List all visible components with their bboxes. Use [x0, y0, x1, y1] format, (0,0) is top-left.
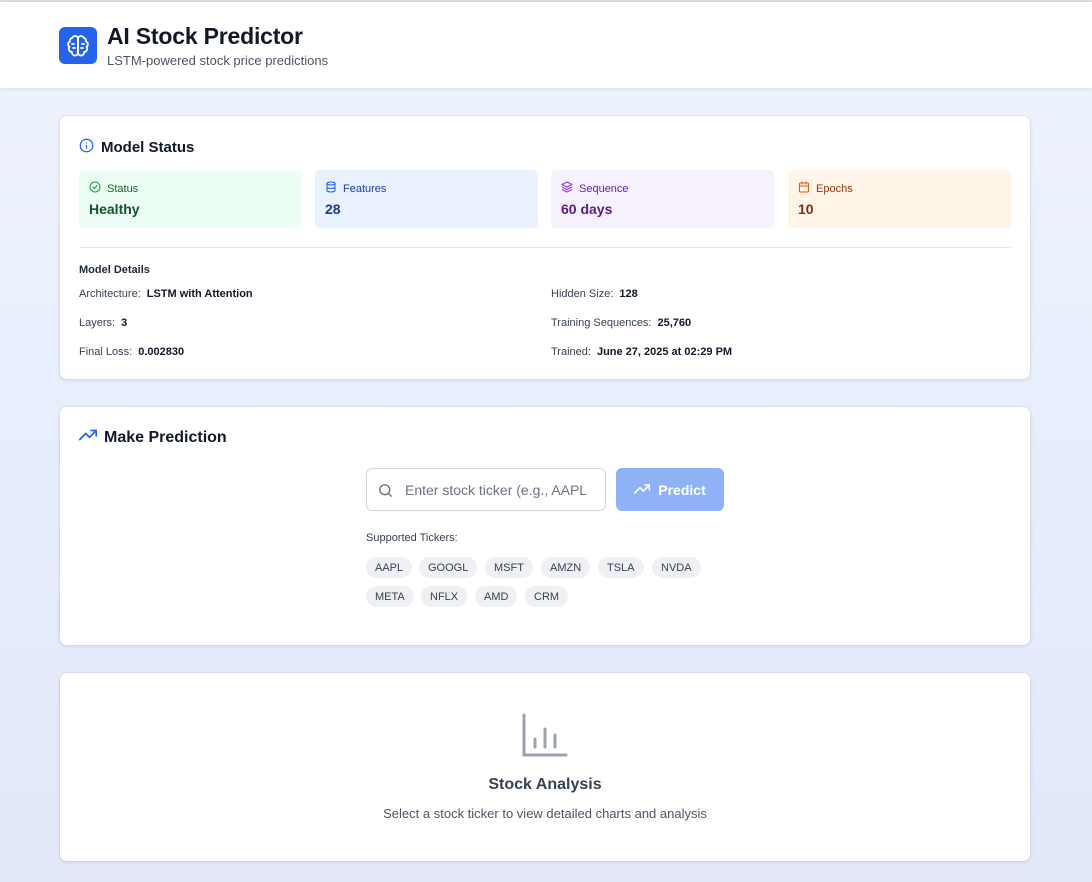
stock-analysis-card: Stock Analysis Select a stock ticker to … — [60, 673, 1030, 861]
ticker-chip-nflx[interactable]: NFLX — [421, 586, 468, 607]
sequence-stat-label: Sequence — [579, 182, 629, 195]
detail-key: Architecture: — [79, 288, 141, 300]
epochs-stat-label-row: Epochs — [798, 181, 853, 196]
model-status-card: Model Status Status Healthy Features 28 … — [60, 116, 1030, 379]
detail-value: June 27, 2025 at 02:29 PM — [596, 346, 733, 358]
detail-hidden-size: Hidden Size: 128 — [551, 288, 638, 300]
predict-button-label: Predict — [658, 481, 706, 498]
status-stat: Status Healthy — [79, 170, 302, 228]
ticker-chip-crm[interactable]: CRM — [525, 586, 569, 607]
features-stat-label-row: Features — [325, 181, 386, 196]
predict-button[interactable]: Predict — [616, 468, 724, 511]
epochs-stat-value: 10 — [798, 201, 814, 217]
stock-analysis-title: Stock Analysis — [488, 776, 602, 793]
layers-icon — [561, 181, 573, 196]
model-details-heading: Model Details — [79, 264, 150, 276]
detail-training-sequences: Training Sequences: 25,760 — [551, 317, 691, 329]
status-stat-label-row: Status — [89, 181, 138, 196]
ticker-chip-nvda[interactable]: NVDA — [652, 557, 701, 578]
features-stat-value: 28 — [325, 201, 341, 217]
status-stat-value: Healthy — [89, 201, 140, 217]
database-icon — [325, 181, 337, 196]
make-prediction-title: Make Prediction — [104, 428, 227, 446]
detail-key: Layers: — [79, 317, 116, 329]
make-prediction-heading: Make Prediction — [78, 428, 227, 447]
trending-up-icon — [78, 428, 98, 447]
model-status-heading: Model Status — [79, 138, 194, 157]
ticker-chip-meta[interactable]: META — [366, 586, 414, 607]
ticker-chip-googl[interactable]: GOOGL — [419, 557, 478, 578]
divider — [79, 247, 1011, 248]
detail-value: LSTM with Attention — [146, 288, 253, 300]
status-stat-label: Status — [107, 182, 139, 195]
detail-key: Trained: — [551, 346, 591, 358]
stock-analysis-message: Select a stock ticker to view detailed c… — [383, 806, 707, 821]
detail-value: 128 — [619, 288, 638, 300]
bar-chart-icon — [521, 713, 569, 764]
app-title: AI Stock Predictor — [107, 23, 303, 49]
brain-icon — [59, 27, 97, 64]
features-stat-label: Features — [343, 182, 387, 195]
detail-value: 3 — [121, 317, 128, 329]
sequence-stat: Sequence 60 days — [551, 170, 774, 228]
supported-tickers-label: Supported Tickers: — [366, 532, 458, 544]
search-icon — [377, 482, 394, 504]
detail-key: Hidden Size: — [551, 288, 614, 300]
epochs-stat-label: Epochs — [816, 182, 853, 195]
detail-trained: Trained: June 27, 2025 at 02:29 PM — [551, 346, 732, 358]
detail-value: 0.002830 — [138, 346, 185, 358]
detail-architecture: Architecture: LSTM with Attention — [79, 288, 253, 300]
ticker-input[interactable] — [405, 469, 601, 510]
ticker-chip-tsla[interactable]: TSLA — [598, 557, 644, 578]
detail-layers: Layers: 3 — [79, 317, 127, 329]
model-status-title: Model Status — [101, 139, 195, 156]
detail-key: Training Sequences: — [551, 317, 652, 329]
detail-key: Final Loss: — [79, 346, 133, 358]
app-subtitle: LSTM-powered stock price predictions — [107, 53, 329, 68]
ticker-chip-aapl[interactable]: AAPL — [366, 557, 413, 578]
ticker-chip-amzn[interactable]: AMZN — [541, 557, 591, 578]
ticker-search-box[interactable] — [366, 468, 606, 511]
detail-final-loss: Final Loss: 0.002830 — [79, 346, 184, 358]
ticker-chip-msft[interactable]: MSFT — [485, 557, 533, 578]
make-prediction-card: Make Prediction Predict Supported Ticker… — [60, 407, 1030, 645]
app-header: AI Stock Predictor LSTM-powered stock pr… — [0, 2, 1092, 89]
trending-up-icon — [634, 482, 651, 498]
info-circle-icon — [79, 138, 94, 157]
ticker-chip-amd[interactable]: AMD — [475, 586, 518, 607]
features-stat: Features 28 — [315, 170, 538, 228]
sequence-stat-value: 60 days — [561, 201, 613, 217]
calendar-icon — [798, 181, 810, 196]
sequence-stat-label-row: Sequence — [561, 181, 629, 196]
check-circle-icon — [89, 181, 101, 196]
epochs-stat: Epochs 10 — [788, 170, 1011, 228]
detail-value: 25,760 — [657, 317, 692, 329]
